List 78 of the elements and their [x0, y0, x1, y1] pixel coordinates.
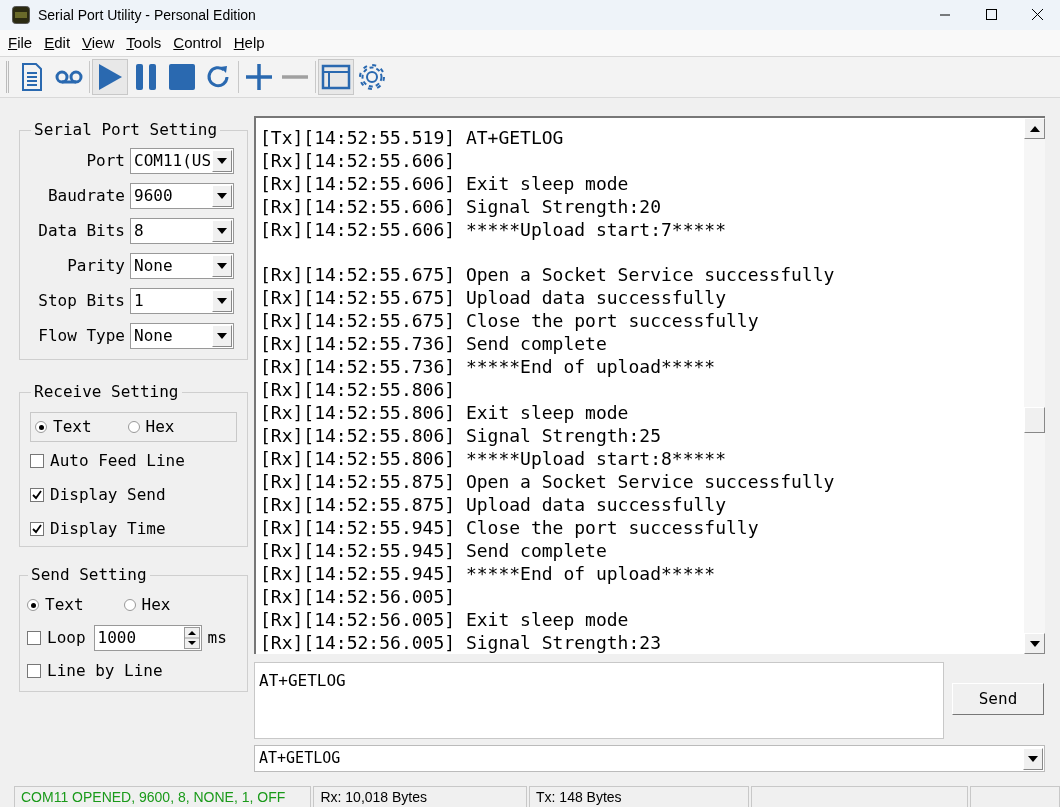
log-line: [Rx][14:52:56.005] Exit sleep mode: [260, 608, 630, 631]
field-label: Port: [85, 150, 126, 172]
menu-item[interactable]: File: [8, 31, 33, 55]
log-line: [Rx][14:52:55.806] *****Upload start:8*****: [260, 447, 727, 470]
log-line: [Rx][14:52:56.005]: [260, 585, 457, 608]
checkbox[interactable]: [30, 521, 44, 536]
spinner-arrows-icon[interactable]: [183, 627, 200, 649]
checkbox-label: Line by Line: [47, 660, 163, 682]
group-title: Serial Port Setting: [33, 119, 219, 141]
log-line: [Rx][14:52:55.675] Open a Socket Service successfully: [260, 263, 836, 286]
log-line: [Rx][14:52:55.945] Close the port successfully: [260, 516, 760, 539]
log-line: [Rx][14:52:55.736] *****End of upload*****: [260, 355, 717, 378]
scrollbar[interactable]: [1024, 118, 1045, 654]
log-line: [Rx][14:52:55.806] Signal Strength:25: [260, 424, 662, 447]
dropdown[interactable]: 9600: [130, 183, 234, 209]
dropdown[interactable]: 1: [130, 288, 234, 314]
log-line: [Rx][14:52:55.675] Close the port successfully: [260, 309, 760, 332]
send-input-field[interactable]: AT+GETLOG: [254, 662, 944, 739]
menu-item[interactable]: View: [82, 31, 115, 55]
radio-label: Text: [53, 416, 92, 438]
dropdown[interactable]: COM11(US: [130, 148, 234, 174]
number-field[interactable]: 1000: [93, 625, 202, 651]
menu-item[interactable]: Tools: [126, 31, 162, 55]
radio-button[interactable]: [123, 599, 136, 611]
window-icon[interactable]: [318, 59, 354, 95]
scroll-up-icon[interactable]: [1024, 118, 1045, 139]
checkbox[interactable]: [27, 631, 41, 645]
log-line: [Tx][14:52:55.519] AT+GETLOG: [260, 126, 565, 149]
field-label: Parity: [66, 255, 126, 277]
log-line: [Rx][14:52:55.606] Exit sleep mode: [260, 172, 630, 195]
radio-button[interactable]: [127, 421, 140, 433]
menu-item[interactable]: Help: [233, 31, 265, 55]
window-title: Serial Port Utility - Personal Edition: [38, 5, 256, 25]
scroll-down-icon[interactable]: [1024, 633, 1045, 654]
log-line: [Rx][14:52:55.606] Signal Strength:20: [260, 195, 662, 218]
log-line: [Rx][14:52:55.606] *****Upload start:7*****: [260, 218, 727, 241]
checkbox[interactable]: [30, 453, 44, 468]
unit-label: ms: [207, 627, 227, 649]
status-text: Tx: 148 Bytes: [529, 786, 749, 807]
group-title: Receive Setting: [33, 381, 180, 403]
checkbox-label: Loop: [47, 627, 86, 649]
log-line: [Rx][14:52:55.675] Upload data successfully: [260, 286, 727, 309]
log-line: [Rx][14:52:55.806] Exit sleep mode: [260, 401, 630, 424]
send-button[interactable]: Send: [952, 683, 1044, 715]
field-label: Stop Bits: [37, 290, 126, 312]
log-line: [Rx][14:52:55.875] Upload data successfully: [260, 493, 727, 516]
checkbox[interactable]: [27, 664, 41, 678]
checkbox[interactable]: [30, 487, 44, 502]
menu-item[interactable]: Edit: [44, 31, 71, 55]
app-logo-icon: [12, 6, 30, 24]
scroll-thumb[interactable]: [1024, 407, 1045, 433]
radio-button[interactable]: [35, 421, 47, 433]
status-text: Rx: 10,018 Bytes: [313, 786, 527, 807]
log-line: [Rx][14:52:56.005] Signal Strength:23: [260, 631, 662, 654]
checkbox-label: Display Time: [50, 517, 166, 540]
radio-label: Text: [45, 594, 84, 616]
log-line: [Rx][14:52:55.945] *****End of upload*****: [260, 562, 717, 585]
dropdown[interactable]: None: [130, 323, 234, 349]
radio-label: Hex: [145, 416, 175, 438]
field-label: Baudrate: [46, 185, 126, 207]
field-label: Flow Type: [37, 325, 126, 347]
history-dropdown[interactable]: AT+GETLOG: [254, 745, 1045, 772]
play-icon[interactable]: [92, 59, 128, 95]
log-line: [Rx][14:52:55.875] Open a Socket Service successfully: [260, 470, 836, 493]
log-line: [Rx][14:52:55.736] Send complete: [260, 332, 608, 355]
field-label: Data Bits: [37, 220, 126, 242]
dropdown[interactable]: 8: [130, 218, 234, 244]
log-line: [Rx][14:52:55.606]: [260, 149, 457, 172]
menu-item[interactable]: Control: [173, 31, 222, 55]
group-title: Send Setting: [30, 564, 148, 586]
status-text: COM11 OPENED, 9600, 8, NONE, 1, OFF: [14, 786, 312, 807]
checkbox-label: Auto Feed Line: [50, 449, 185, 472]
radio-button[interactable]: [27, 599, 39, 611]
log-line: [Rx][14:52:55.945] Send complete: [260, 539, 608, 562]
log-line: [Rx][14:52:55.806]: [260, 378, 457, 401]
radio-label: Hex: [141, 594, 171, 616]
checkbox-label: Display Send: [50, 483, 166, 506]
dropdown[interactable]: None: [130, 253, 234, 279]
